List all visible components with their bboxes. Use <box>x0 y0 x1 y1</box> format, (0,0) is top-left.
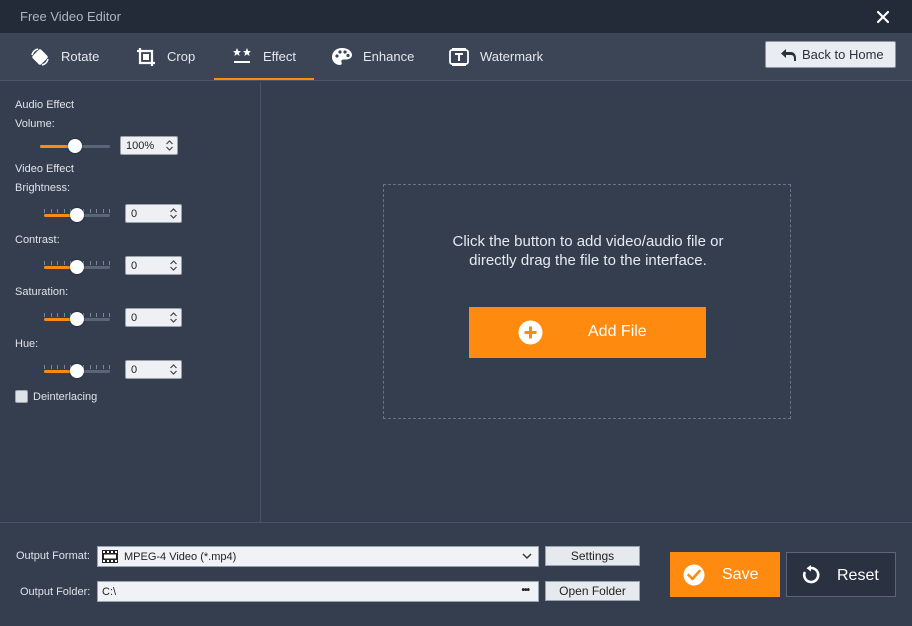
video-effect-heading: Video Effect <box>15 163 74 175</box>
browse-folder-button[interactable]: ••• <box>521 585 529 596</box>
watermark-icon <box>447 45 471 69</box>
enhance-palette-icon <box>330 45 354 69</box>
toolbar: Rotate Crop Effect Enhance Watermark Bac… <box>0 33 912 81</box>
back-to-home-label: Back to Home <box>802 47 884 62</box>
rotate-icon <box>28 45 52 69</box>
contrast-label: Contrast: <box>15 234 60 246</box>
deinterlacing-checkbox[interactable] <box>15 390 28 403</box>
hue-label: Hue: <box>15 338 39 350</box>
tab-watermark[interactable]: Watermark <box>447 33 543 80</box>
hue-spinbox[interactable]: 0 <box>125 360 182 379</box>
tab-effect[interactable]: Effect <box>213 33 315 80</box>
open-folder-button[interactable]: Open Folder <box>545 581 640 601</box>
tab-label: Crop <box>167 49 196 64</box>
spin-arrows-icon[interactable] <box>169 363 178 376</box>
add-file-label: Add File <box>588 323 647 340</box>
back-arrow-icon <box>781 48 796 61</box>
spin-arrows-icon[interactable] <box>169 311 178 324</box>
tab-crop[interactable]: Crop <box>134 33 195 80</box>
audio-effect-heading: Audio Effect <box>15 99 75 111</box>
hue-value: 0 <box>131 363 138 376</box>
crop-icon <box>134 45 158 69</box>
slider-thumb[interactable] <box>70 364 84 378</box>
saturation-slider[interactable] <box>44 312 110 326</box>
brightness-value: 0 <box>131 207 138 220</box>
spin-arrows-icon[interactable] <box>165 139 174 152</box>
output-format-label: Output Format: <box>16 550 90 562</box>
output-folder-field[interactable]: C:\ ••• <box>97 581 539 602</box>
volume-label: Volume: <box>15 118 55 130</box>
reset-label: Reset <box>837 567 879 584</box>
back-to-home-button[interactable]: Back to Home <box>765 41 896 68</box>
contrast-spinbox[interactable]: 0 <box>125 256 182 275</box>
deinterlacing-label[interactable]: Deinterlacing <box>33 391 97 403</box>
contrast-slider[interactable] <box>44 260 110 274</box>
close-icon[interactable] <box>874 8 892 26</box>
output-bar: Output Format: MPEG-4 Video (*.mp4) Sett… <box>0 522 912 626</box>
slider-thumb[interactable] <box>68 139 82 153</box>
drop-instructions-line2: directly drag the file to the interface. <box>469 252 707 269</box>
saturation-spinbox[interactable]: 0 <box>125 308 182 327</box>
brightness-slider[interactable] <box>44 208 110 222</box>
slider-thumb[interactable] <box>70 208 84 222</box>
tab-rotate[interactable]: Rotate <box>28 33 99 80</box>
mpeg-format-icon <box>102 550 118 563</box>
reset-icon <box>802 565 820 584</box>
volume-value: 100% <box>126 139 155 152</box>
contrast-value: 0 <box>131 259 138 272</box>
title-bar: Free Video Editor <box>0 0 912 33</box>
brightness-label: Brightness: <box>15 182 71 194</box>
reset-button[interactable]: Reset <box>786 552 896 597</box>
saturation-label: Saturation: <box>15 286 69 298</box>
drop-instructions-line1: Click the button to add video/audio file… <box>452 233 724 250</box>
tab-label: Rotate <box>61 49 100 64</box>
volume-spinbox[interactable]: 100% <box>120 136 178 155</box>
output-format-select[interactable]: MPEG-4 Video (*.mp4) <box>97 546 539 567</box>
brightness-spinbox[interactable]: 0 <box>125 204 182 223</box>
effect-icon <box>230 45 254 69</box>
check-circle-icon <box>683 564 705 586</box>
output-format-value: MPEG-4 Video (*.mp4) <box>124 550 237 563</box>
output-folder-label: Output Folder: <box>20 586 91 598</box>
tab-label: Enhance <box>363 49 415 64</box>
save-label: Save <box>722 566 759 583</box>
tab-label: Effect <box>263 49 297 64</box>
chevron-down-icon <box>522 553 532 559</box>
tab-label: Watermark <box>480 49 544 64</box>
add-file-button[interactable]: Add File <box>469 307 706 358</box>
plus-circle-icon <box>518 320 543 345</box>
output-folder-value: C:\ <box>102 585 117 598</box>
spin-arrows-icon[interactable] <box>169 259 178 272</box>
volume-slider[interactable] <box>40 139 110 153</box>
effect-panel: Audio Effect Volume: 100% Video Effect B… <box>0 82 261 522</box>
file-drop-zone[interactable]: Click the button to add video/audio file… <box>383 184 791 419</box>
save-button[interactable]: Save <box>670 552 780 597</box>
slider-thumb[interactable] <box>70 312 84 326</box>
hue-slider[interactable] <box>44 364 110 378</box>
saturation-value: 0 <box>131 311 138 324</box>
settings-button[interactable]: Settings <box>545 546 640 566</box>
app-title: Free Video Editor <box>20 9 121 24</box>
tab-enhance[interactable]: Enhance <box>330 33 414 80</box>
slider-thumb[interactable] <box>70 260 84 274</box>
spin-arrows-icon[interactable] <box>169 207 178 220</box>
